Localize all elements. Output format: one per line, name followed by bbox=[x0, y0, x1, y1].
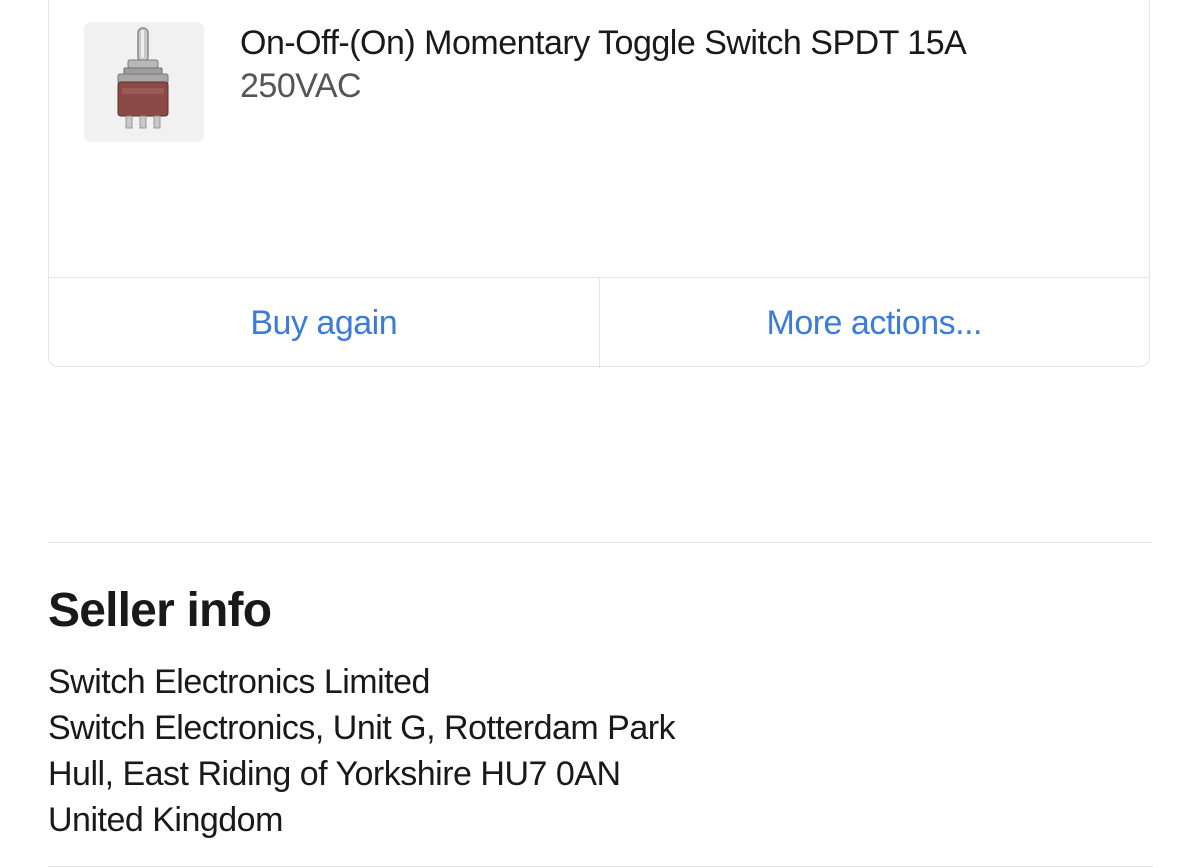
section-divider-bottom bbox=[48, 866, 1153, 867]
order-item-card: On-Off-(On) Momentary Toggle Switch SPDT… bbox=[48, 0, 1150, 368]
item-title-line2: 250VAC bbox=[240, 67, 362, 105]
seller-info-block: Switch Electronics Limited Switch Electr… bbox=[48, 659, 676, 843]
seller-info-heading: Seller info bbox=[48, 584, 272, 637]
product-thumbnail[interactable] bbox=[84, 22, 204, 142]
item-actions-bar: Buy again More actions... bbox=[49, 277, 1149, 368]
seller-address-line2: Hull, East Riding of Yorkshire HU7 0AN bbox=[48, 755, 621, 793]
section-divider bbox=[48, 542, 1153, 543]
more-actions-button[interactable]: More actions... bbox=[598, 278, 1150, 368]
order-item-details[interactable]: On-Off-(On) Momentary Toggle Switch SPDT… bbox=[49, 0, 1149, 278]
buy-again-button[interactable]: Buy again bbox=[49, 278, 599, 368]
item-title-line1: On-Off-(On) Momentary Toggle Switch SPDT… bbox=[240, 24, 967, 62]
seller-country: United Kingdom bbox=[48, 801, 283, 839]
item-title[interactable]: On-Off-(On) Momentary Toggle Switch SPDT… bbox=[240, 22, 1120, 108]
seller-name: Switch Electronics Limited bbox=[48, 663, 430, 701]
toggle-switch-icon bbox=[117, 27, 169, 129]
seller-address-line1: Switch Electronics, Unit G, Rotterdam Pa… bbox=[48, 709, 676, 747]
